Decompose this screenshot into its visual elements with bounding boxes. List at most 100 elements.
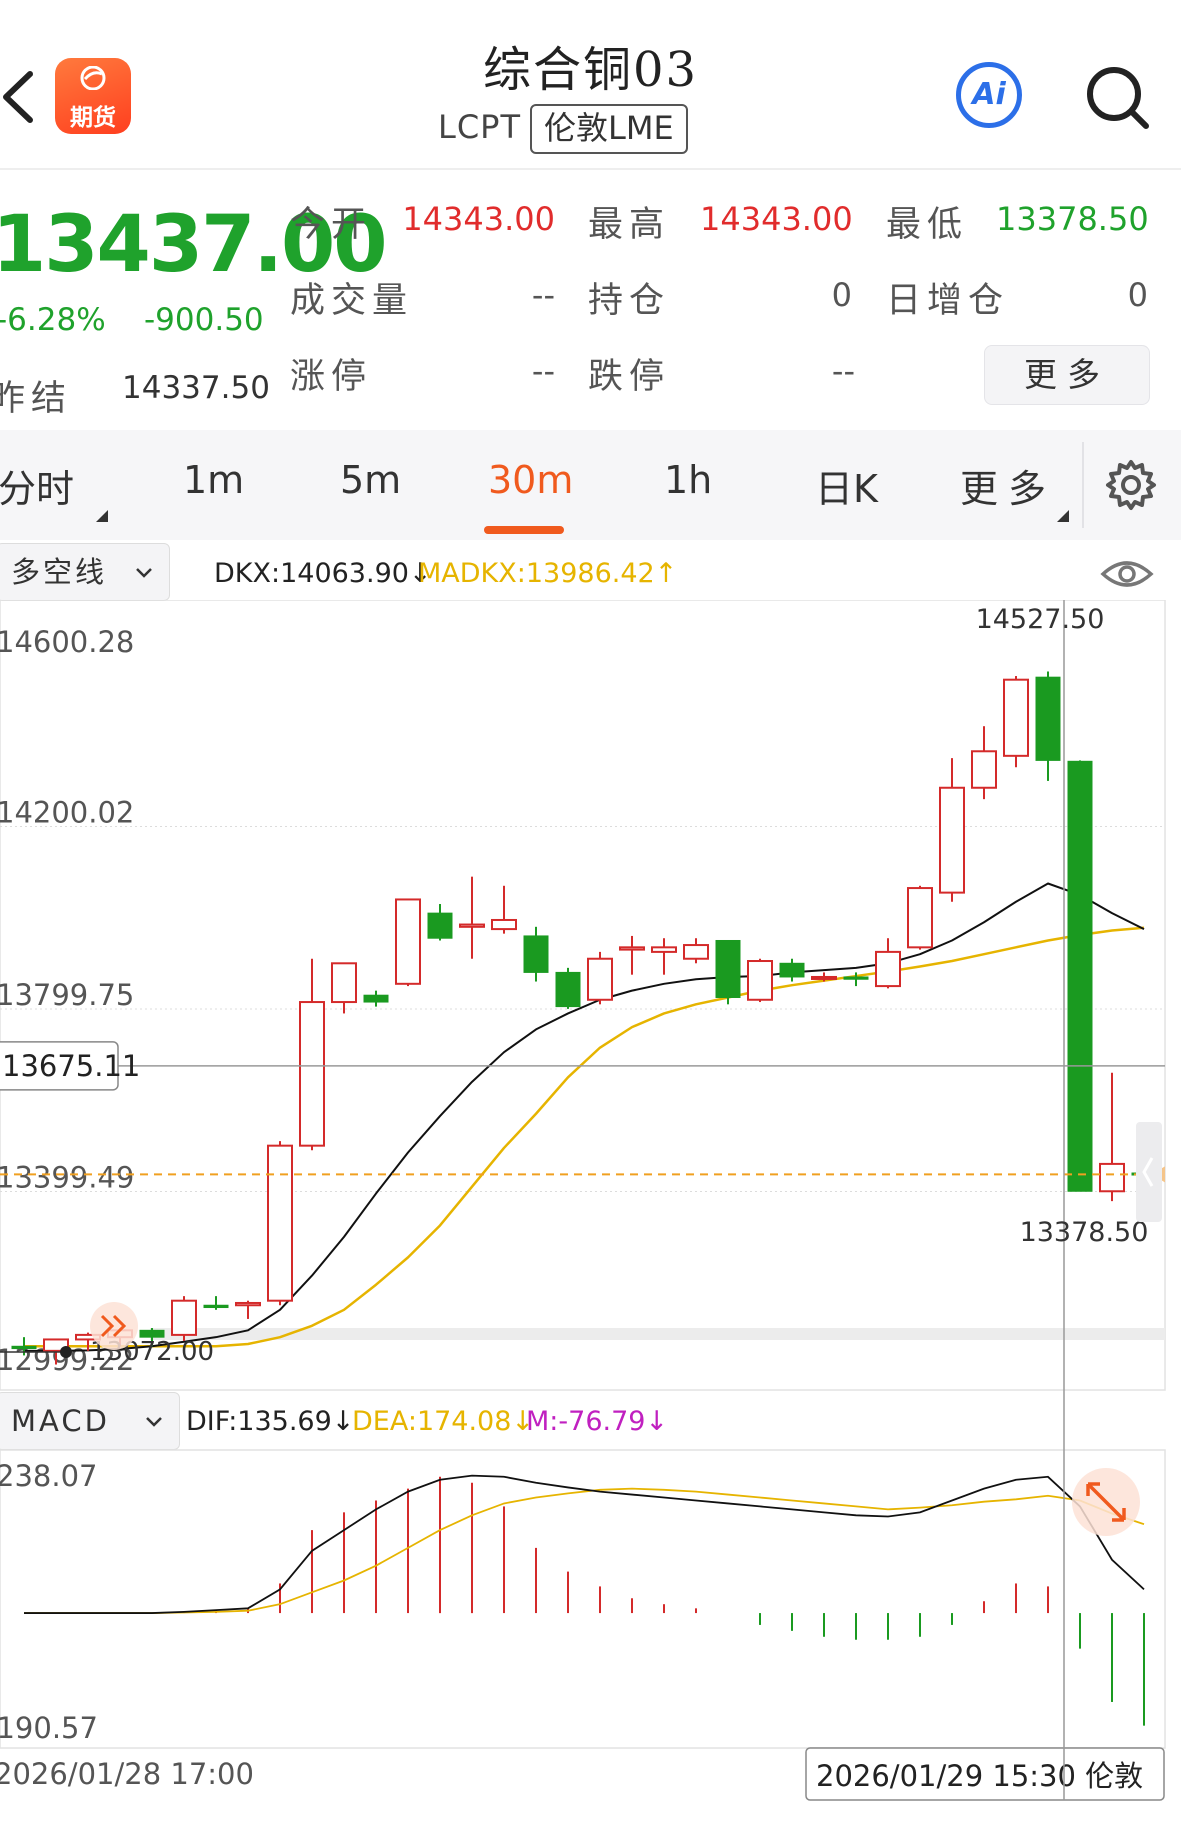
candle-body-up [907, 887, 933, 949]
macd-panel-border [0, 1449, 1166, 1749]
candle-body-up [491, 918, 517, 931]
y-axis-label: 13399.49 [0, 1160, 134, 1194]
chevron-down-icon [136, 568, 152, 578]
contract-code: LCPT [438, 108, 522, 146]
tab-1m[interactable]: 1m [183, 458, 244, 502]
prev-settle-label: 昨结 [0, 379, 73, 419]
y-axis-label: 14200.02 [0, 795, 134, 829]
main-indicator-name: 多空线 [11, 555, 108, 589]
tab-5m[interactable]: 5m [340, 458, 401, 502]
tab-divider [1082, 442, 1084, 528]
change-percent: -6.28% [0, 302, 106, 338]
max-price-label: 14527.50 [976, 604, 1105, 635]
time-axis-start: 2026/01/28 17:00 [0, 1757, 254, 1791]
candle-body-up [235, 1301, 261, 1307]
high-value: 14343.00 [700, 200, 853, 238]
active-tab-indicator [484, 526, 564, 534]
exchange-tag[interactable]: 伦敦LME [530, 104, 688, 154]
candle-body-down [523, 935, 549, 973]
kline-chart[interactable]: 14600.2814200.0213799.7513399.4912999.22… [0, 600, 1181, 1822]
candle-body-up [747, 960, 773, 1001]
open-interest-value: 0 [831, 276, 852, 314]
crosshair-price-label: 13675.11 [2, 1049, 140, 1083]
y-axis-label: 13799.75 [0, 978, 134, 1012]
chart-grid: 14600.2814200.0213799.7513399.4912999.22 [0, 600, 1166, 1391]
candle-body-up [811, 975, 837, 980]
time-cursor-label: 2026/01/29 15:30 伦敦 [816, 1759, 1143, 1793]
candle-body-up [1003, 678, 1029, 757]
candle-body-down [363, 994, 389, 1003]
indicator-lines [24, 882, 1145, 1352]
candle-body-down [1035, 676, 1061, 761]
change-amount: -900.50 [144, 302, 264, 338]
open-interest-label: 持仓 [588, 281, 671, 321]
candle-body-down [715, 939, 741, 998]
candle-body-up [875, 950, 901, 988]
candle-body-up [939, 786, 965, 894]
limit-down-value: -- [831, 352, 855, 390]
tab-1h[interactable]: 1h [664, 458, 712, 502]
candle-body-up [395, 898, 421, 985]
candle-body-up [587, 957, 613, 1001]
low-marker-dot [60, 1346, 72, 1358]
candle-body-up [971, 750, 997, 789]
dropdown-triangle-icon [96, 510, 108, 522]
dropdown-triangle-icon [1057, 510, 1069, 522]
macd-panel: 238.07 -190.57 2026/01/28 17:00 2026/01/29 … [0, 1449, 1166, 1801]
high-label: 最高 [588, 205, 671, 245]
candle-body-down [203, 1304, 229, 1309]
candle-body-up [651, 946, 677, 953]
dea-line [24, 1487, 1145, 1614]
oi-change-label: 日增仓 [886, 281, 1010, 321]
candle-body-up [331, 962, 357, 1004]
candle-body-down [427, 912, 453, 939]
y-axis-label: 14600.28 [0, 625, 134, 659]
tab-timeshare[interactable]: 分时 [0, 458, 74, 513]
min-price-label: 13378.50 [1020, 1217, 1149, 1248]
candle-body-down [779, 962, 805, 978]
low-label: 最低 [886, 205, 969, 245]
eye-icon[interactable] [1100, 556, 1154, 592]
dkx-line [24, 882, 1145, 1352]
search-icon[interactable] [1082, 62, 1152, 132]
candle-body-up [683, 944, 709, 960]
gear-icon[interactable] [1104, 458, 1158, 512]
candle-body-down [11, 1345, 37, 1350]
limit-up-label: 涨停 [290, 357, 373, 397]
candle-body-down [555, 971, 581, 1008]
candle-body-up [267, 1144, 293, 1302]
limit-up-value: -- [531, 352, 555, 390]
candle-body-up [299, 1001, 325, 1147]
more-quote-button[interactable]: 更多 [984, 345, 1150, 405]
volume-value: -- [531, 276, 555, 314]
candlesticks [11, 671, 1157, 1365]
macd-top-label: 238.07 [0, 1459, 97, 1493]
dkx-value: DKX:14063.90↓ [214, 558, 432, 589]
candle-body-up [171, 1299, 197, 1336]
candle-body-up [619, 946, 645, 951]
open-label: 今开 [290, 205, 373, 245]
tab-30m[interactable]: 30m [488, 458, 573, 502]
main-indicator-select[interactable]: 多空线 [0, 543, 170, 601]
open-value: 14343.00 [402, 200, 555, 238]
tab-daily-k[interactable]: 日K [815, 458, 878, 513]
dif-line [24, 1474, 1145, 1614]
header-bar: 期货 综合铜03 LCPT 伦敦LME Ai [0, 0, 1181, 170]
ai-assistant-icon[interactable]: Ai [956, 62, 1022, 128]
candle-body-up [459, 923, 485, 928]
volume-label: 成交量 [290, 281, 414, 321]
candle-body-down [1067, 760, 1093, 1192]
oi-change-value: 0 [1127, 276, 1148, 314]
tab-more[interactable]: 更多 [960, 458, 1056, 513]
madkx-value: MADKX:13986.42↑ [418, 558, 678, 589]
limit-down-label: 跌停 [588, 357, 671, 397]
period-tabs: 分时 1m 5m 30m 1h 日K 更多 [0, 430, 1181, 540]
madkx-line [24, 926, 1145, 1348]
scroll-handle [1136, 1122, 1162, 1222]
prev-settle-value: 14337.50 [122, 370, 270, 406]
low-value: 13378.50 [996, 200, 1149, 238]
candle-body-up [1099, 1162, 1125, 1193]
macd-bottom-label: -190.57 [0, 1711, 98, 1745]
candle-body-down [843, 976, 869, 980]
main-panel-border [0, 600, 1166, 1391]
